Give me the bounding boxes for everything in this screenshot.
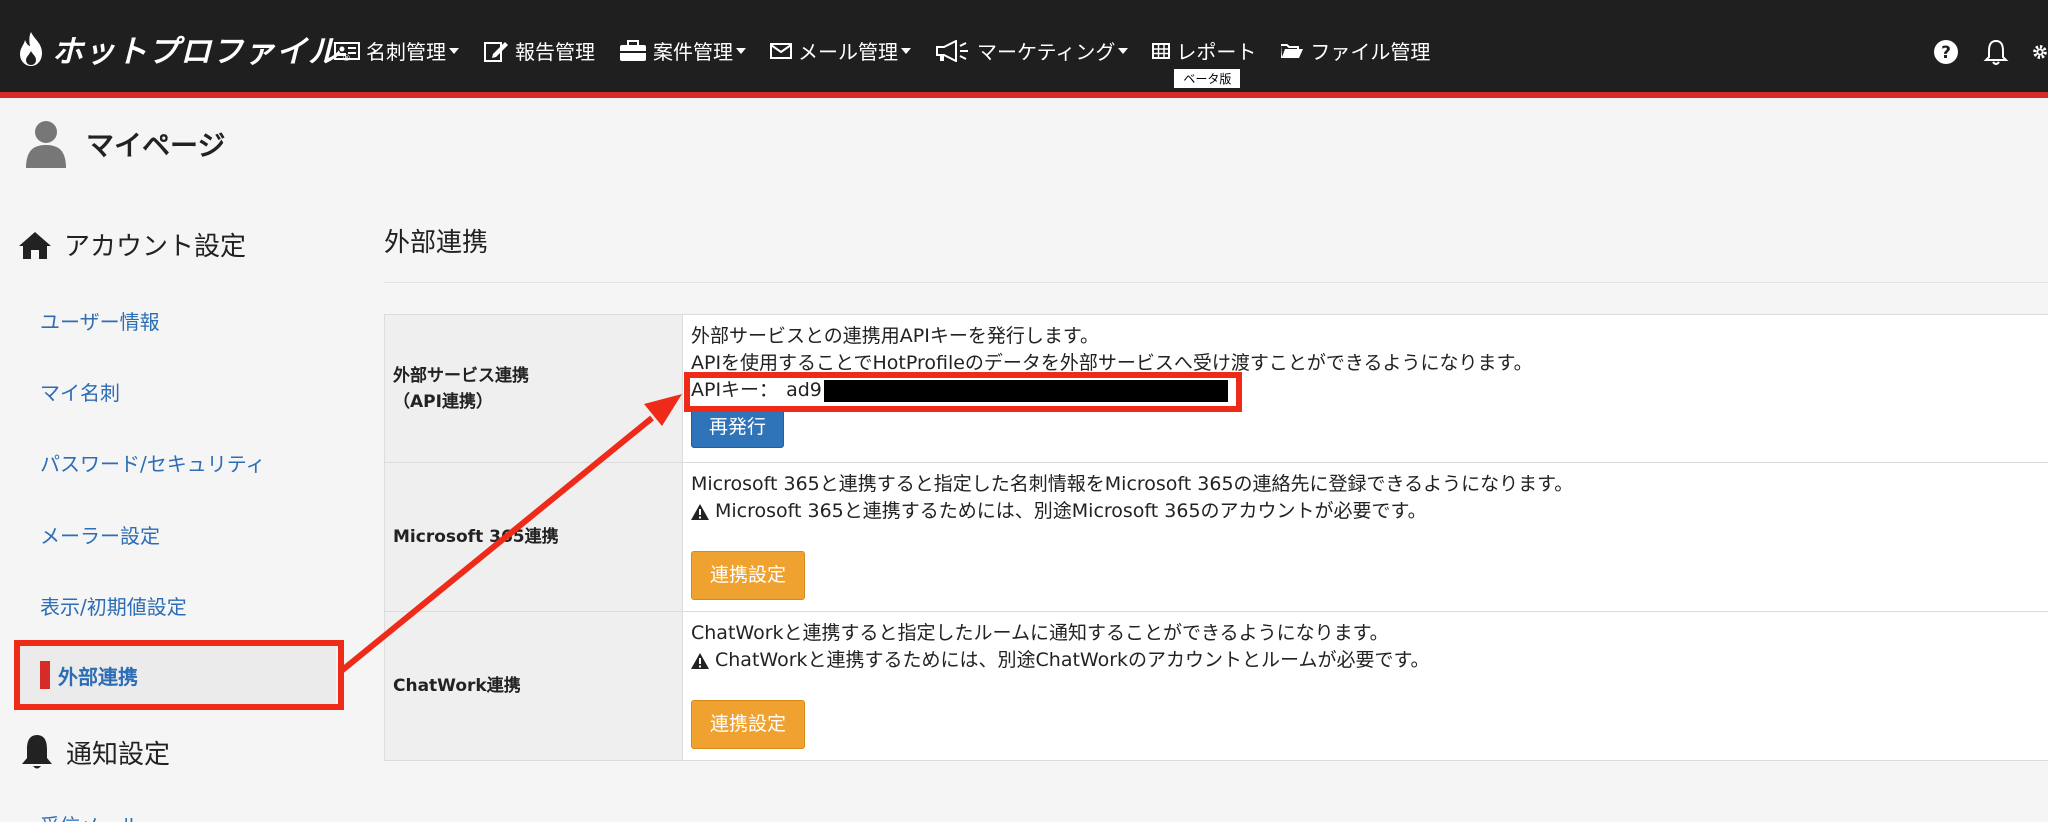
section-title: 外部連携 <box>384 228 489 258</box>
account-section-title: アカウント設定 <box>18 226 246 263</box>
warning-icon <box>691 503 709 520</box>
row-content: Microsoft 365と連携すると指定した名刺情報をMicrosoft 36… <box>682 462 2048 612</box>
divider <box>384 282 2048 283</box>
main-nav: 名刺管理 報告管理 案件管理 メール管理 マーケティング レポート ベータ版 フ… <box>334 36 1454 88</box>
nav-meishi[interactable]: 名刺管理 <box>334 36 459 65</box>
nav-label: 名刺管理 <box>366 40 446 64</box>
ms365-settings-button[interactable]: 連携設定 <box>691 551 806 600</box>
sidebar-item-password[interactable]: パスワード/セキュリティ <box>40 448 266 477</box>
description: ChatWorkと連携すると指定したルームに通知することができるようになります。 <box>691 622 1389 644</box>
chatwork-settings-button[interactable]: 連携設定 <box>691 700 806 749</box>
reissue-button[interactable]: 再発行 <box>691 407 785 448</box>
nav-label: 報告管理 <box>515 40 595 64</box>
card-icon <box>334 41 360 60</box>
nav-label: 案件管理 <box>653 40 733 64</box>
sidebar-item-mailer[interactable]: メーラー設定 <box>40 520 160 549</box>
svg-text:?: ? <box>1941 43 1951 63</box>
highlight-box-sidebar <box>14 640 344 710</box>
nav-mail[interactable]: メール管理 <box>770 36 911 65</box>
row-content: ChatWorkと連携すると指定したルームに通知することができるようになります。… <box>682 611 2048 761</box>
folder-open-icon <box>1281 43 1304 58</box>
help-icon[interactable]: ? <box>1932 38 1960 66</box>
warning-line: Microsoft 365と連携するためには、別途Microsoft 365のア… <box>691 498 2048 525</box>
row-label: ChatWork連携 <box>384 611 683 761</box>
caret-down-icon <box>449 47 459 54</box>
sidebar-item-my-card[interactable]: マイ名刺 <box>40 377 120 406</box>
nav-marketing[interactable]: マーケティング <box>935 36 1129 65</box>
description: Microsoft 365と連携すると指定した名刺情報をMicrosoft 36… <box>691 473 1574 495</box>
mail-icon <box>770 42 792 59</box>
nav-label: マーケティング <box>977 40 1116 64</box>
page-title: マイページ <box>86 129 226 162</box>
home-icon <box>19 231 51 259</box>
logo[interactable]: ホットプロファイル ® <box>16 26 351 71</box>
nav-report[interactable]: 報告管理 <box>483 36 595 65</box>
bell-icon[interactable] <box>1982 38 2010 66</box>
table-icon <box>1152 42 1171 59</box>
page-header: マイページ <box>24 118 225 170</box>
nav-label: ファイル管理 <box>1310 40 1431 64</box>
gear-icon[interactable] <box>2032 38 2048 66</box>
caret-down-icon <box>901 47 911 54</box>
megaphone-icon <box>936 39 968 62</box>
user-avatar-icon <box>26 121 66 168</box>
nav-reports[interactable]: レポート ベータ版 <box>1152 36 1257 88</box>
warning-line: ChatWorkと連携するためには、別途ChatWorkのアカウントとルームが必… <box>691 647 2048 674</box>
description: 外部サービスとの連携用APIキーを発行します。 <box>691 325 1099 347</box>
beta-badge: ベータ版 <box>1174 69 1241 88</box>
nav-files[interactable]: ファイル管理 <box>1280 36 1430 65</box>
nav-label: レポート <box>1176 40 1257 64</box>
sidebar-item-display[interactable]: 表示/初期値設定 <box>40 591 187 620</box>
top-navbar: ホットプロファイル ® 名刺管理 報告管理 案件管理 メール管理 マーケティング… <box>0 0 2048 98</box>
nav-label: メール管理 <box>798 40 898 64</box>
notify-section-title: 通知設定 <box>20 733 170 771</box>
caret-down-icon <box>736 47 746 54</box>
logo-text: ホットプロファイル <box>52 34 340 70</box>
briefcase-icon <box>620 39 646 61</box>
row-label: Microsoft 365連携 <box>384 462 683 612</box>
sidebar-item-user-info[interactable]: ユーザー情報 <box>40 306 160 335</box>
highlight-box-api-key <box>684 372 1242 412</box>
header-icons: ? <box>1910 38 2048 66</box>
bell-icon <box>22 735 52 769</box>
warning-icon <box>691 652 709 669</box>
sidebar-item-partial[interactable]: 受信メール <box>40 810 140 822</box>
row-label: 外部サービス連携 （API連携） <box>384 314 683 463</box>
table-row-chatwork: ChatWork連携 ChatWorkと連携すると指定したルームに通知することが… <box>384 611 2048 761</box>
caret-down-icon <box>1118 47 1129 54</box>
nav-case[interactable]: 案件管理 <box>619 36 746 65</box>
flame-icon <box>20 31 42 66</box>
table-row-microsoft365: Microsoft 365連携 Microsoft 365と連携すると指定した名… <box>384 462 2048 612</box>
edit-icon <box>484 41 508 62</box>
